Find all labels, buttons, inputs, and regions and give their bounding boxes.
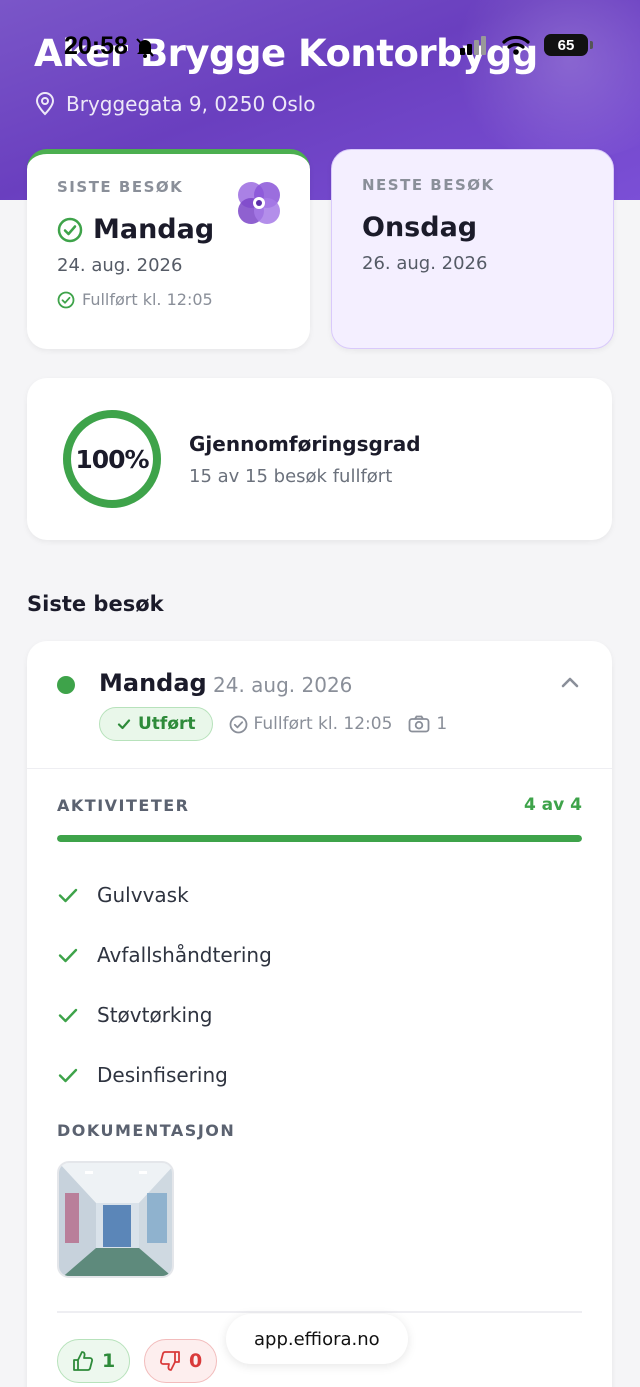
activity-item: Avfallshåndtering bbox=[57, 925, 272, 985]
dislike-button[interactable]: 0 bbox=[144, 1339, 218, 1383]
check-icon bbox=[58, 1068, 78, 1083]
thumbs-down-icon bbox=[159, 1351, 180, 1371]
last-visit-card[interactable]: SISTE BESØK Mandag 24. aug. 2026 Fullfør… bbox=[27, 149, 310, 349]
documentation-label: DOKUMENTASJON bbox=[57, 1121, 236, 1140]
check-icon bbox=[117, 719, 131, 730]
signal-icon bbox=[460, 36, 486, 55]
next-visit-card[interactable]: NESTE BESØK Onsdag 26. aug. 2026 bbox=[331, 149, 614, 349]
status-time-text: 20:58 bbox=[64, 32, 128, 60]
activities-progress-fill bbox=[57, 835, 582, 842]
last-visit-date: 24. aug. 2026 bbox=[57, 255, 183, 276]
check-icon bbox=[58, 948, 78, 963]
check-circle-gray-icon bbox=[229, 715, 247, 733]
completed-time-text: Fullført kl. 12:05 bbox=[253, 714, 393, 734]
browser-url-text: app.effiora.no bbox=[254, 1328, 380, 1350]
corridor-photo-image bbox=[59, 1163, 172, 1276]
app-logo-icon bbox=[238, 182, 280, 224]
activities-progress bbox=[57, 835, 582, 842]
visit-detail-header[interactable]: Mandag 24. aug. 2026 Utført Fullført kl.… bbox=[27, 641, 612, 769]
battery-level: 65 bbox=[557, 36, 575, 54]
status-dot bbox=[57, 676, 75, 694]
documentation-photo[interactable] bbox=[57, 1161, 174, 1278]
status-time: 20:58 bbox=[64, 32, 156, 61]
dislike-count: 0 bbox=[189, 1350, 203, 1372]
visit-detail-date: 24. aug. 2026 bbox=[213, 673, 353, 697]
thumbs-up-icon bbox=[73, 1351, 94, 1371]
photo-count: 1 bbox=[408, 714, 447, 734]
recent-visits-title: Siste besøk bbox=[27, 592, 164, 616]
address: Bryggegata 9, 0250 Oslo bbox=[34, 92, 316, 116]
like-count: 1 bbox=[102, 1350, 116, 1372]
activity-item: Desinfisering bbox=[57, 1045, 272, 1105]
check-circle-small-icon bbox=[57, 291, 75, 308]
activity-label: Støvtørking bbox=[97, 1003, 213, 1027]
completion-subtitle: 15 av 15 besøk fullført bbox=[189, 465, 393, 487]
activities-list: Gulvvask Avfallshåndtering Støvtørking D… bbox=[57, 865, 272, 1105]
activities-count: 4 av 4 bbox=[523, 795, 582, 815]
activity-label: Gulvvask bbox=[97, 883, 189, 907]
last-visit-day-text: Mandag bbox=[93, 214, 215, 245]
completion-percent: 100% bbox=[75, 444, 149, 474]
check-icon bbox=[58, 888, 78, 903]
wifi-icon bbox=[502, 35, 530, 55]
bell-muted-icon bbox=[136, 37, 154, 58]
visit-detail-day: Mandag bbox=[99, 669, 207, 697]
status-bar: 20:58 65 bbox=[0, 28, 640, 68]
next-visit-date: 26. aug. 2026 bbox=[362, 253, 488, 274]
status-badge: Utført bbox=[99, 707, 213, 741]
divider bbox=[57, 1311, 582, 1313]
battery-indicator: 65 bbox=[544, 34, 593, 56]
location-pin-icon bbox=[35, 92, 55, 116]
status-badge-text: Utført bbox=[138, 714, 196, 734]
activity-item: Støvtørking bbox=[57, 985, 272, 1045]
completion-text: Gjennomføringsgrad 15 av 15 besøk fullfø… bbox=[189, 432, 421, 487]
next-visit-day: Onsdag bbox=[362, 212, 478, 243]
last-visit-completed: Fullført kl. 12:05 bbox=[57, 290, 280, 309]
completion-ring: 100% bbox=[61, 408, 163, 510]
last-visit-completed-text: Fullført kl. 12:05 bbox=[82, 290, 213, 309]
photo-count-text: 1 bbox=[436, 714, 448, 734]
chevron-up-icon[interactable] bbox=[558, 671, 582, 695]
completion-rate-card: 100% Gjennomføringsgrad 15 av 15 besøk f… bbox=[27, 378, 612, 540]
check-circle-icon bbox=[57, 217, 83, 242]
activity-label: Desinfisering bbox=[97, 1063, 228, 1087]
status-indicators: 65 bbox=[460, 34, 593, 56]
activity-item: Gulvvask bbox=[57, 865, 272, 925]
activity-label: Avfallshåndtering bbox=[97, 943, 272, 967]
next-visit-label: NESTE BESØK bbox=[362, 176, 495, 194]
activities-label: AKTIVITETER bbox=[57, 796, 190, 815]
like-button[interactable]: 1 bbox=[57, 1339, 131, 1383]
address-text: Bryggegata 9, 0250 Oslo bbox=[66, 92, 316, 116]
browser-url-bar[interactable]: app.effiora.no bbox=[226, 1314, 408, 1364]
visit-detail-card: Mandag 24. aug. 2026 Utført Fullført kl.… bbox=[27, 641, 612, 1387]
completed-time: Fullført kl. 12:05 bbox=[229, 714, 393, 734]
visit-detail-meta: Utført Fullført kl. 12:05 1 bbox=[99, 707, 447, 741]
check-icon bbox=[58, 1008, 78, 1023]
camera-icon bbox=[409, 715, 430, 733]
completion-title: Gjennomføringsgrad bbox=[189, 431, 421, 456]
